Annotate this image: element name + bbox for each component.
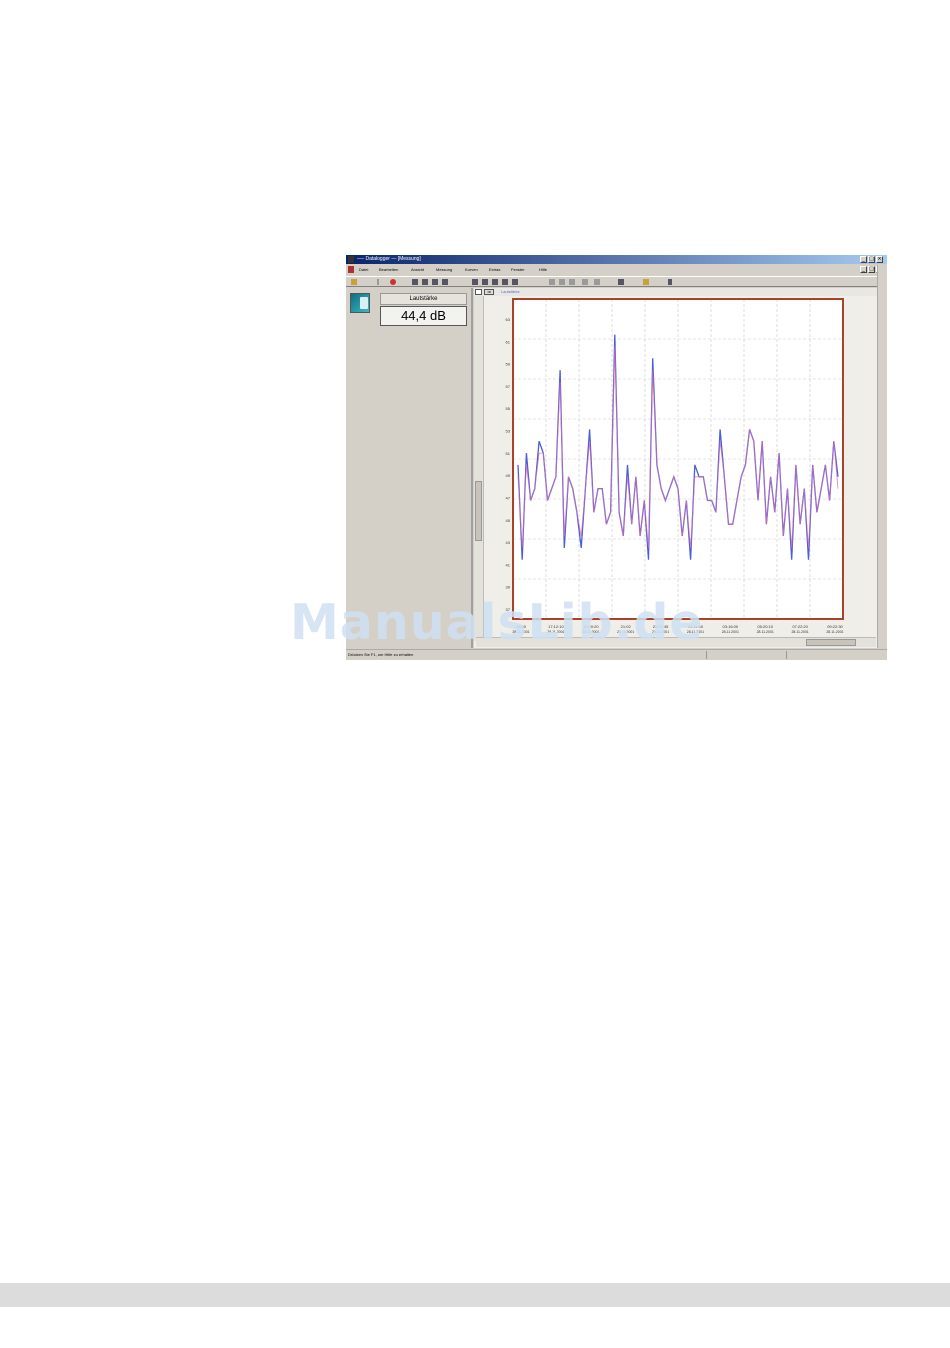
y-tick-label: 49 xyxy=(506,473,511,478)
y-tick-label: 57 xyxy=(506,384,511,389)
y-tick-label: 61 xyxy=(506,339,511,344)
footer-band xyxy=(0,1283,950,1307)
watermark: ManualsLib.de xyxy=(290,594,704,651)
y-tick-label: 45 xyxy=(506,518,511,523)
x-tick-time: 07:22:20 xyxy=(792,624,808,629)
x-tick-date: 28.11.2001 xyxy=(722,630,739,634)
x-tick-time: 03:16:00 xyxy=(723,624,739,629)
x-tick-date: 28.11.2001 xyxy=(791,630,808,634)
y-tick-label: 55 xyxy=(506,406,511,411)
y-tick-label: 51 xyxy=(506,451,511,456)
x-tick-time: 05:20:10 xyxy=(757,624,773,629)
y-tick-label: 41 xyxy=(506,562,511,567)
y-tick-label: 47 xyxy=(506,495,511,500)
x-tick-time: 09:22:30 xyxy=(827,624,843,629)
y-tick-label: 63 xyxy=(506,317,511,322)
y-tick-label: 43 xyxy=(506,540,511,545)
x-tick-date: 28.11.2001 xyxy=(826,630,843,634)
y-tick-label: 59 xyxy=(506,362,511,367)
y-tick-label: 53 xyxy=(506,429,511,434)
y-tick-label: 39 xyxy=(506,585,511,590)
x-tick-date: 28.11.2001 xyxy=(757,630,774,634)
